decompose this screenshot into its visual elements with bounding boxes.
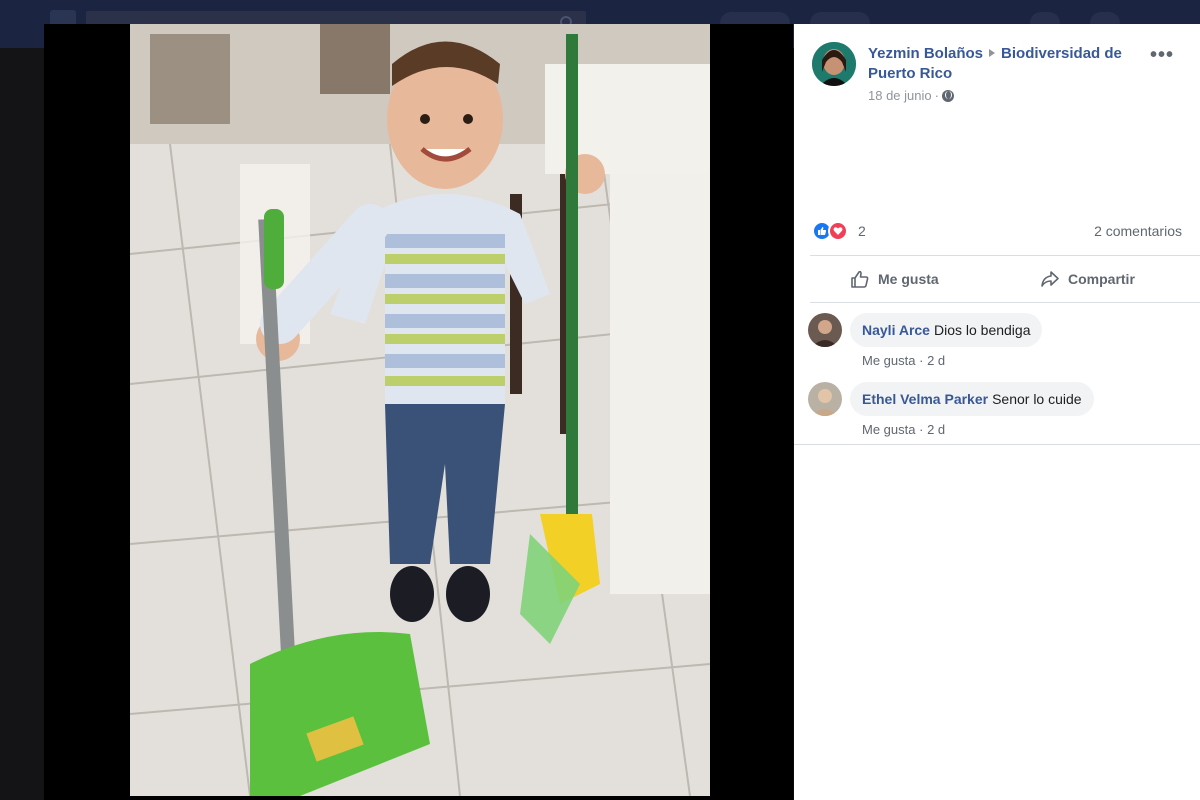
share-arrow-icon: [1041, 271, 1059, 287]
commenter-name[interactable]: Nayli Arce: [862, 322, 930, 338]
photo-stage: [44, 24, 793, 800]
commenter-avatar[interactable]: [808, 382, 842, 416]
author-avatar-image: [812, 42, 856, 86]
comment-like-button[interactable]: Me gusta: [862, 422, 915, 437]
comments-count-link[interactable]: 2 comentarios: [1094, 223, 1182, 239]
comment-text: Senor lo cuide: [992, 391, 1082, 407]
comment-meta-separator: ·: [919, 353, 924, 368]
page-backdrop: [0, 48, 44, 800]
post-photo[interactable]: [130, 24, 710, 796]
triangle-right-icon: [989, 49, 996, 57]
reactions-summary: 2 2 comentarios: [812, 221, 1182, 243]
post-header-text: Yezmin Bolaños Biodiversidad de Puerto Ri…: [868, 44, 1168, 106]
thumbs-up-outline-icon: [851, 270, 869, 288]
commenter-avatar-image: [808, 382, 842, 416]
comment-item: Nayli Arce Dios lo bendiga Me gusta · 2 …: [808, 313, 1188, 373]
globe-icon: [941, 90, 954, 102]
post-header: Yezmin Bolaños Biodiversidad de Puerto Ri…: [812, 42, 1182, 112]
commenter-avatar-image: [808, 313, 842, 347]
comment-like-button[interactable]: Me gusta: [862, 353, 915, 368]
comment-text: Dios lo bendiga: [933, 322, 1031, 338]
author-avatar[interactable]: [812, 42, 856, 86]
comment-bubble: Nayli Arce Dios lo bendiga: [850, 313, 1043, 347]
post-meta: 18 de junio ·: [868, 86, 1168, 106]
share-button-label: Compartir: [1068, 271, 1135, 287]
like-button[interactable]: Me gusta: [850, 256, 939, 302]
reaction-icons[interactable]: [812, 221, 848, 241]
post-details-panel: Yezmin Bolaños Biodiversidad de Puerto Ri…: [794, 24, 1200, 800]
more-options-icon[interactable]: •••: [1150, 45, 1174, 65]
comment-meta: Me gusta · 2 d: [862, 353, 945, 368]
comments-divider: [794, 444, 1200, 445]
comment-time[interactable]: 2 d: [927, 422, 945, 437]
comment-time[interactable]: 2 d: [927, 353, 945, 368]
comment-item: Ethel Velma Parker Senor lo cuide Me gus…: [808, 382, 1188, 442]
meta-separator: ·: [934, 88, 939, 103]
post-date[interactable]: 18 de junio: [868, 86, 932, 106]
photo-illustration: [130, 24, 710, 796]
commenter-avatar[interactable]: [808, 313, 842, 347]
comment-bubble: Ethel Velma Parker Senor lo cuide: [850, 382, 1094, 416]
like-button-label: Me gusta: [878, 271, 939, 287]
heart-icon: [828, 221, 848, 241]
post-action-bar: Me gusta Compartir: [810, 255, 1200, 303]
commenter-name[interactable]: Ethel Velma Parker: [862, 391, 988, 407]
author-link[interactable]: Yezmin Bolaños: [868, 45, 983, 62]
comment-meta-separator: ·: [919, 422, 924, 437]
comment-meta: Me gusta · 2 d: [862, 422, 945, 437]
reaction-count[interactable]: 2: [858, 223, 866, 239]
share-button[interactable]: Compartir: [1040, 256, 1135, 302]
